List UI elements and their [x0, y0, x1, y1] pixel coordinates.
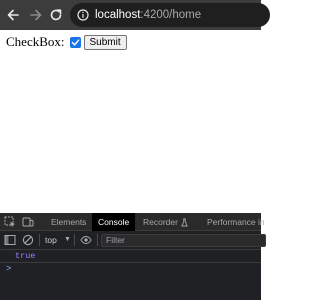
- browser-toolbar: localhost:4200/home: [0, 0, 270, 30]
- console-toolbar: top ▼ Filter: [0, 231, 266, 250]
- url-text: localhost:4200/home: [95, 9, 201, 21]
- console-output: true >: [0, 250, 261, 300]
- checkbox-form: CheckBox: Submit: [6, 34, 127, 50]
- device-toolbar-icon[interactable]: [22, 216, 34, 228]
- checkbox-label: CheckBox:: [6, 34, 65, 49]
- clear-console-icon[interactable]: [22, 234, 34, 246]
- toolbar-divider: [97, 234, 98, 246]
- devtools-tab-bar: Elements Console Recorder Performance in: [0, 213, 265, 231]
- tab-recorder[interactable]: Recorder: [143, 213, 188, 231]
- back-arrow-icon[interactable]: [5, 7, 21, 23]
- context-selector[interactable]: top: [45, 234, 57, 246]
- toolbar-divider: [39, 234, 40, 246]
- checkmark-icon: [71, 38, 79, 46]
- checkbox[interactable]: [69, 36, 81, 48]
- submit-button[interactable]: Submit: [83, 34, 127, 50]
- url-path: :4200/home: [140, 9, 202, 21]
- reload-icon[interactable]: [48, 7, 64, 23]
- console-log-value: true: [15, 251, 36, 261]
- sidebar-toggle-icon[interactable]: [4, 234, 16, 246]
- console-log-line: true: [0, 250, 261, 263]
- page-content: CheckBox: Submit: [0, 30, 261, 213]
- address-bar[interactable]: localhost:4200/home: [70, 3, 270, 27]
- url-host: localhost: [95, 9, 141, 21]
- eye-icon[interactable]: [80, 234, 92, 246]
- devtools-panel: Elements Console Recorder Performance in…: [0, 213, 266, 300]
- forward-arrow-icon[interactable]: [28, 7, 44, 23]
- toolbar-divider: [74, 234, 75, 246]
- tab-performance-insights[interactable]: Performance in: [207, 213, 265, 231]
- flask-icon: [181, 218, 188, 227]
- tab-console[interactable]: Console: [92, 213, 136, 231]
- tab-recorder-label: Recorder: [143, 217, 178, 227]
- tab-elements[interactable]: Elements: [51, 213, 86, 231]
- inspect-element-icon[interactable]: [4, 216, 16, 228]
- site-info-icon[interactable]: [77, 9, 89, 21]
- filter-input[interactable]: Filter: [101, 234, 266, 247]
- dropdown-caret-icon: ▼: [64, 236, 71, 243]
- console-prompt[interactable]: >: [6, 264, 11, 274]
